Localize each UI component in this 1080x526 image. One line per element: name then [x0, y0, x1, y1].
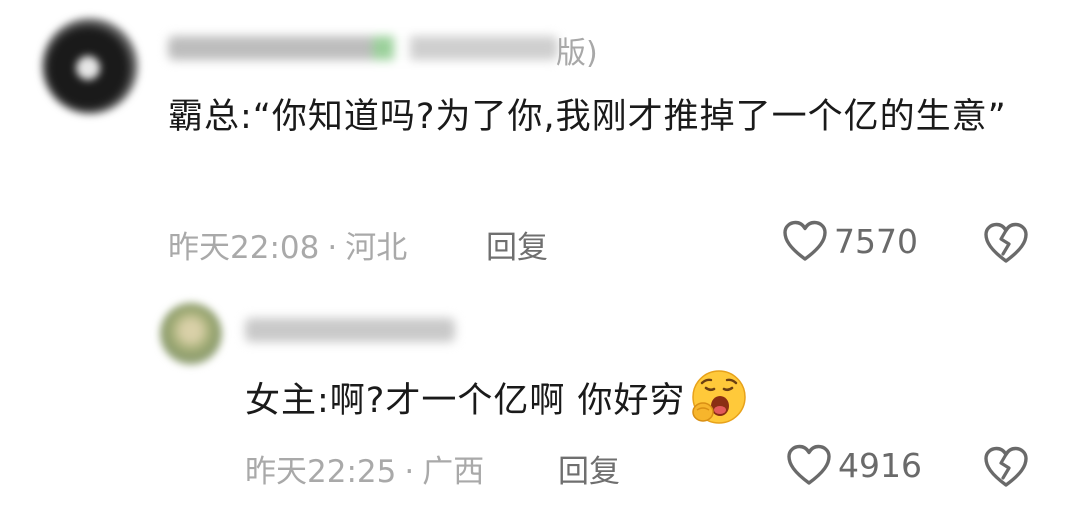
reply-time: 昨天22:25 [245, 454, 397, 490]
reply-meta: 昨天22:25 · 广西 [245, 446, 484, 491]
reply-dislike-button[interactable] [983, 446, 1029, 492]
reply-region: 广西 [422, 454, 485, 490]
reply-avatar[interactable] [160, 303, 222, 365]
dislike-button[interactable] [983, 222, 1029, 268]
like-count: 7570 [834, 221, 918, 261]
comment-region: 河北 [345, 230, 408, 266]
reply-like-count: 4916 [838, 445, 922, 485]
like-button[interactable]: 7570 [782, 220, 918, 262]
yawning-face-emoji [690, 368, 748, 426]
reply-button[interactable]: 回复 [486, 222, 548, 267]
username-blurred[interactable] [168, 36, 558, 60]
broken-heart-icon [984, 446, 1028, 487]
comment-time: 昨天22:08 [168, 230, 320, 266]
heart-outline-icon [787, 444, 831, 485]
broken-heart-icon [984, 222, 1028, 263]
username-suffix: 版) [556, 36, 598, 71]
comment-meta: 昨天22:08 · 河北 [168, 222, 407, 267]
reply-like-button[interactable]: 4916 [786, 444, 922, 486]
comment-text: 霸总:“你知道吗?为了你,我刚才推掉了一个亿的生意” [168, 97, 1007, 137]
meta-separator: · [404, 454, 415, 490]
heart-outline-icon [783, 220, 827, 261]
reply-username-blurred[interactable] [245, 318, 455, 342]
reply-reply-button[interactable]: 回复 [558, 446, 620, 491]
avatar[interactable] [42, 18, 138, 114]
reply-text: 女主:啊?才一个亿啊 你好穷 [245, 368, 1005, 432]
meta-separator: · [327, 230, 338, 266]
comment-thread: 版) 霸总:“你知道吗?为了你,我刚才推掉了一个亿的生意” 昨天22:08 · 河北… [0, 0, 1080, 526]
reply-text-content: 女主:啊?才一个亿啊 你好穷 [245, 381, 686, 421]
